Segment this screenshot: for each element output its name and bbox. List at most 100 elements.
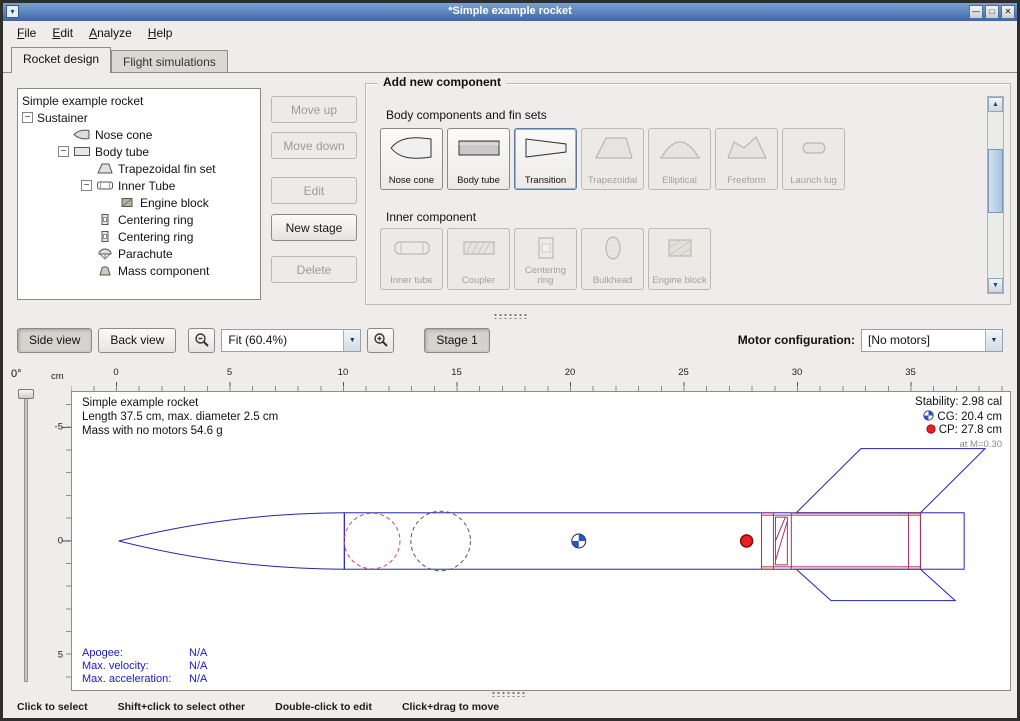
tree-item-engine-block[interactable]: Engine block <box>18 194 260 211</box>
tree-item-mass-component[interactable]: Mass component <box>18 262 260 279</box>
tree-item-nose-cone[interactable]: Nose cone <box>18 126 260 143</box>
bulkhead-button[interactable]: Bulkhead <box>581 228 644 290</box>
mass-component-shape[interactable] <box>411 511 471 571</box>
parachute-shape[interactable] <box>344 513 400 569</box>
tab-rocket-design[interactable]: Rocket design <box>11 47 111 73</box>
trapezoidal-fin-icon <box>590 134 636 162</box>
magnifier-minus-icon <box>194 332 210 348</box>
tree-item-centering-ring-1[interactable]: Centering ring <box>18 211 260 228</box>
scroll-up-icon[interactable]: ▲ <box>988 97 1003 112</box>
rocket-name: Simple example rocket <box>82 396 278 410</box>
status-tip-select: Click to select <box>17 701 88 713</box>
centering-ring-button[interactable]: Centering ring <box>514 228 577 290</box>
app-window: ▾ *Simple example rocket — □ ✕ File Edit… <box>0 0 1020 721</box>
close-button[interactable]: ✕ <box>1001 5 1015 19</box>
status-bar: Click to select Shift+click to select ot… <box>3 696 1017 718</box>
transition-button[interactable]: Transition <box>514 128 577 190</box>
cg-icon <box>923 410 934 421</box>
window-title: *Simple example rocket <box>3 5 1017 17</box>
centering-ring-shape <box>909 513 921 569</box>
scroll-down-icon[interactable]: ▼ <box>988 278 1003 293</box>
view-toolbar: Side view Back view Fit (60.4%) ▼ Stage … <box>3 320 1017 360</box>
engine-block-icon <box>118 196 136 209</box>
zoom-out-button[interactable] <box>188 328 215 353</box>
rotation-slider[interactable] <box>24 392 28 682</box>
inner-tube-button[interactable]: Inner tube <box>380 228 443 290</box>
inner-tube-icon <box>389 234 435 262</box>
fin-bottom-shape <box>796 569 955 600</box>
rocket-info-block: Simple example rocket Length 37.5 cm, ma… <box>82 396 278 438</box>
mach-note: at M=0.30 <box>915 438 1002 452</box>
centering-ring-icon <box>96 230 114 243</box>
menu-file[interactable]: File <box>9 23 44 43</box>
zoom-select[interactable]: Fit (60.4%) ▼ <box>221 329 361 352</box>
minimize-button[interactable]: — <box>969 5 983 19</box>
engine-block-icon <box>657 234 703 262</box>
body-tube-button[interactable]: Body tube <box>447 128 510 190</box>
trapezoidal-button[interactable]: Trapezoidal <box>581 128 644 190</box>
chevron-down-icon[interactable]: ▼ <box>343 330 360 351</box>
freeform-button[interactable]: Freeform <box>715 128 778 190</box>
cp-marker <box>741 535 753 547</box>
motor-configuration-select[interactable]: [No motors] ▼ <box>861 329 1003 352</box>
elliptical-button[interactable]: Elliptical <box>648 128 711 190</box>
flight-stats-block: Apogee:N/A Max. velocity:N/A Max. accele… <box>82 647 207 686</box>
tab-flight-simulations[interactable]: Flight simulations <box>111 50 228 72</box>
delete-button[interactable]: Delete <box>271 256 357 283</box>
tree-item-centering-ring-2[interactable]: Centering ring <box>18 228 260 245</box>
move-up-button[interactable]: Move up <box>271 96 357 123</box>
tree-item-inner-tube[interactable]: − Inner Tube <box>18 177 260 194</box>
component-scrollbar[interactable]: ▲ ▼ <box>987 96 1004 294</box>
title-bar: ▾ *Simple example rocket — □ ✕ <box>3 3 1017 21</box>
cg-value: 20.4 cm <box>961 411 1002 423</box>
add-new-component-group: Add new component Body components and fi… <box>365 83 1011 305</box>
scrollbar-thumb[interactable] <box>988 149 1003 213</box>
fin-set-icon <box>96 162 114 175</box>
rocket-outline[interactable] <box>119 449 985 601</box>
tree-item-body-tube[interactable]: − Body tube <box>18 143 260 160</box>
maximize-button[interactable]: □ <box>985 5 999 19</box>
body-tube-icon <box>456 134 502 162</box>
menu-analyze[interactable]: Analyze <box>81 23 140 43</box>
max-velocity-label: Max. velocity: <box>82 660 189 673</box>
launch-lug-button[interactable]: Launch lug <box>782 128 845 190</box>
coupler-button[interactable]: Coupler <box>447 228 510 290</box>
split-pane-divider[interactable] <box>3 312 1017 320</box>
inner-components[interactable] <box>762 513 921 570</box>
nose-cone-icon <box>73 128 91 141</box>
bulkhead-icon <box>590 234 636 262</box>
transition-icon <box>523 134 569 162</box>
tree-item-rocket[interactable]: Simple example rocket <box>18 92 260 109</box>
rocket-mass: Mass with no motors 54.6 g <box>82 424 278 438</box>
tree-item-parachute[interactable]: Parachute <box>18 245 260 262</box>
nose-cone-icon <box>389 134 435 162</box>
nose-cone-button[interactable]: Nose cone <box>380 128 443 190</box>
tree-item-sustainer[interactable]: − Sustainer <box>18 109 260 126</box>
inner-tube-shape <box>762 515 921 567</box>
body-tube-shape <box>344 513 964 569</box>
nose-cone-shape <box>119 513 344 569</box>
main-tabs: Rocket design Flight simulations <box>3 45 1017 72</box>
back-view-button[interactable]: Back view <box>98 328 176 353</box>
collapse-icon[interactable]: − <box>58 146 69 157</box>
collapse-icon[interactable]: − <box>22 112 33 123</box>
engine-block-button[interactable]: Engine block <box>648 228 711 290</box>
zoom-in-button[interactable] <box>367 328 394 353</box>
rocket-diagram-canvas[interactable]: Simple example rocket Length 37.5 cm, ma… <box>71 391 1011 691</box>
collapse-icon[interactable]: − <box>81 180 92 191</box>
parachute-icon <box>96 247 114 260</box>
edit-button[interactable]: Edit <box>271 177 357 204</box>
rotation-slider-thumb[interactable] <box>18 389 34 399</box>
component-tree[interactable]: Simple example rocket − Sustainer Nose c… <box>17 88 261 300</box>
stage-1-toggle[interactable]: Stage 1 <box>424 328 489 353</box>
menu-edit[interactable]: Edit <box>44 23 81 43</box>
menu-help[interactable]: Help <box>140 23 181 43</box>
status-tip-shift-click: Shift+click to select other <box>118 701 246 713</box>
magnifier-plus-icon <box>373 332 389 348</box>
new-stage-button[interactable]: New stage <box>271 214 357 241</box>
body-components-label: Body components and fin sets <box>386 108 547 122</box>
side-view-button[interactable]: Side view <box>17 328 92 353</box>
tree-item-trapezoidal-fin-set[interactable]: Trapezoidal fin set <box>18 160 260 177</box>
move-down-button[interactable]: Move down <box>271 132 357 159</box>
chevron-down-icon[interactable]: ▼ <box>985 330 1002 351</box>
